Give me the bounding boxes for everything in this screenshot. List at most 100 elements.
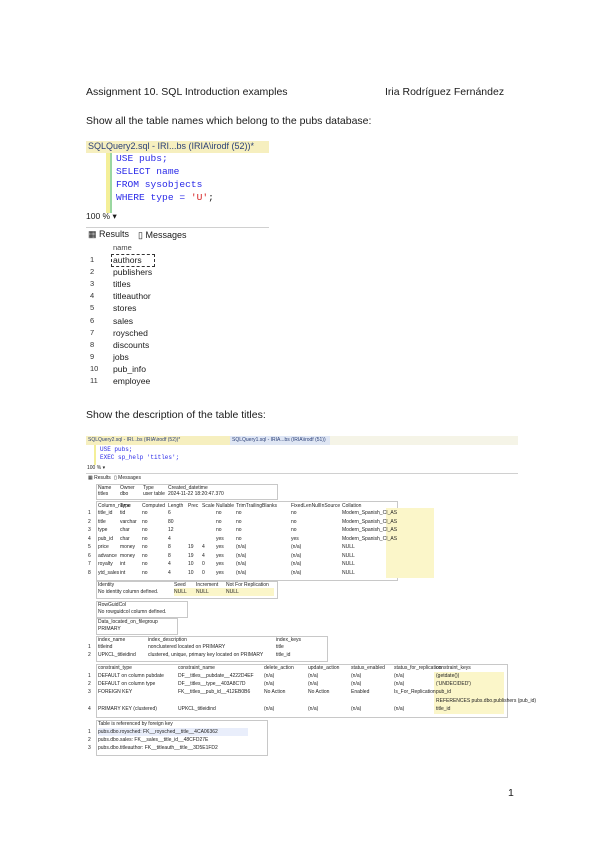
- column-header: Identity: [98, 582, 115, 588]
- grid-cell: NULL: [342, 561, 355, 567]
- code-line-1: USE pubs;: [100, 446, 133, 453]
- grid-cell: DF__titles__pubdate__4222D4EF: [178, 673, 254, 679]
- grid-cell: no: [216, 510, 222, 516]
- table-name-cell[interactable]: employee: [113, 376, 150, 386]
- grid-cell: (n/a): [291, 569, 302, 576]
- grid-cell: int: [120, 569, 126, 576]
- grid-cell: PRIMARY: [98, 626, 121, 632]
- grid-cell: user table: [143, 491, 165, 497]
- column-header: Length: [168, 503, 184, 509]
- messages-icon: ▯: [138, 230, 143, 240]
- grid-cell: (n/a): [394, 705, 405, 712]
- grid-cell: NULL: [342, 552, 355, 559]
- column-header: constraint_keys: [436, 665, 471, 671]
- grid-icon: ▦: [88, 475, 93, 481]
- grid-cell: UPKCL_titleidind: [98, 652, 136, 658]
- table-name-cell[interactable]: roysched: [113, 328, 148, 338]
- grid-cell: pub_id: [436, 689, 452, 696]
- row-number: 3: [88, 689, 91, 696]
- tab-query1[interactable]: SQLQuery1.sql - IRIA...bs (IRIA\irodf (5…: [230, 436, 330, 445]
- tab-results[interactable]: ▦ Results: [88, 229, 129, 240]
- grid-cell: title_id: [436, 705, 451, 712]
- table-name-cell[interactable]: stores: [113, 303, 136, 313]
- row-number: 1: [88, 510, 91, 516]
- question-1: Show all the table names which belong to…: [86, 115, 372, 127]
- screenshot-table-description: SQLQuery2.sql - IRI...bs (IRIA\irodf (52…: [86, 436, 536, 758]
- code-line-3: FROM sysobjects: [116, 179, 203, 190]
- column-header: name: [113, 243, 132, 252]
- grid-cell: tid: [120, 510, 126, 516]
- row-number: 8: [90, 339, 95, 349]
- grid-cell: FOREIGN KEY: [98, 689, 133, 696]
- column-header: constraint_type: [98, 665, 132, 671]
- row-number: 7: [90, 327, 95, 337]
- zoom-level[interactable]: 100 % ▾: [86, 211, 117, 222]
- row-number: 2: [88, 652, 91, 658]
- grid-cell: NULL: [342, 544, 355, 550]
- table-name-cell[interactable]: publishers: [113, 267, 152, 277]
- column-header: delete_action: [264, 665, 294, 671]
- grid-cell: Modern_Spanish_CI_AS: [342, 510, 398, 516]
- column-header: Prec: [188, 503, 199, 509]
- grid-cell: 0: [202, 561, 205, 567]
- grid-cell: 80: [168, 518, 174, 525]
- tab-query2[interactable]: SQLQuery2.sql - IRI...bs (IRIA\irodf (52…: [86, 436, 230, 445]
- grid-cell: No Action: [308, 689, 330, 696]
- grid-cell: no: [142, 535, 148, 542]
- row-highlight: [174, 588, 274, 596]
- grid-cell: titleind: [98, 644, 113, 650]
- grid-cell: pubs.dbo.titleauthor: FK__titleauth__tit…: [98, 745, 218, 752]
- grid-cell: varchar: [120, 518, 137, 525]
- row-number: 7: [88, 561, 91, 567]
- row-number: 1: [90, 255, 95, 264]
- tab-messages[interactable]: ▯ Messages: [138, 230, 187, 241]
- table-name-cell[interactable]: pub_info: [113, 364, 146, 374]
- grid-cell: (n/a): [291, 544, 302, 550]
- grid-cell: Enabled: [351, 689, 370, 696]
- grid-cell: FK__titles__pub_id__412EB0B6: [178, 689, 251, 696]
- row-number: 3: [90, 279, 95, 289]
- tab-messages[interactable]: ▯ Messages: [114, 475, 141, 481]
- screenshot-table-names: SQLQuery2.sql - IRI...bs (IRIA\irodf (52…: [86, 141, 269, 391]
- assignment-title: Assignment 10. SQL Introduction examples: [86, 86, 288, 98]
- results-tabs: ▦ Results ▯ Messages: [86, 227, 269, 242]
- grid-cell: no: [142, 527, 148, 533]
- grid-cell: (n/a): [308, 705, 319, 712]
- page-number: 1: [508, 787, 514, 799]
- table-name-cell[interactable]: jobs: [113, 352, 129, 362]
- column-header: Collation: [342, 503, 362, 509]
- grid-cell: UPKCL_titleidind: [178, 705, 216, 712]
- grid-cell: 10: [188, 561, 194, 567]
- grid-cell: Modern_Spanish_CI_AS: [342, 518, 398, 525]
- grid-cell: no: [291, 510, 297, 516]
- grid-cell: royalty: [98, 561, 113, 567]
- grid-cell: title_id: [98, 510, 113, 516]
- grid-cell: yes: [216, 535, 224, 542]
- column-header: TrimTrailingBlanks: [236, 503, 278, 509]
- query-tab: SQLQuery2.sql - IRI...bs (IRIA\irodf (52…: [86, 141, 269, 153]
- grid-cell: no: [236, 527, 242, 533]
- column-header: Nullable: [216, 503, 235, 509]
- row-number: 3: [88, 527, 91, 533]
- grid-cell: title_id: [276, 652, 291, 658]
- table-name-cell[interactable]: titleauthor: [113, 291, 151, 301]
- table-name-cell[interactable]: titles: [113, 279, 131, 289]
- tab-results[interactable]: ▦ Results: [88, 475, 111, 481]
- table-name-cell[interactable]: discounts: [113, 340, 149, 350]
- table-name-cell[interactable]: sales: [113, 316, 133, 326]
- grid-cell: (n/a): [236, 561, 247, 567]
- grid-cell: title: [98, 518, 106, 525]
- column-header: status_for_replication: [394, 665, 442, 671]
- grid-cell: pubs.dbo.sales: FK__sales__title_id__48C…: [98, 737, 209, 744]
- row-number: 4: [88, 705, 91, 712]
- grid-cell: Is_For_Replication: [394, 689, 436, 696]
- column-header: status_enabled: [351, 665, 385, 671]
- zoom-level[interactable]: 100 % ▾: [87, 465, 105, 471]
- grid-cell: (n/a): [264, 705, 275, 712]
- grid-cell: 4: [202, 552, 205, 559]
- row-number: 6: [90, 315, 95, 325]
- grid-cell: no: [216, 518, 222, 525]
- grid-cell: (n/a): [236, 544, 247, 550]
- column-header: Computed: [142, 503, 166, 509]
- column-header: update_action: [308, 665, 340, 671]
